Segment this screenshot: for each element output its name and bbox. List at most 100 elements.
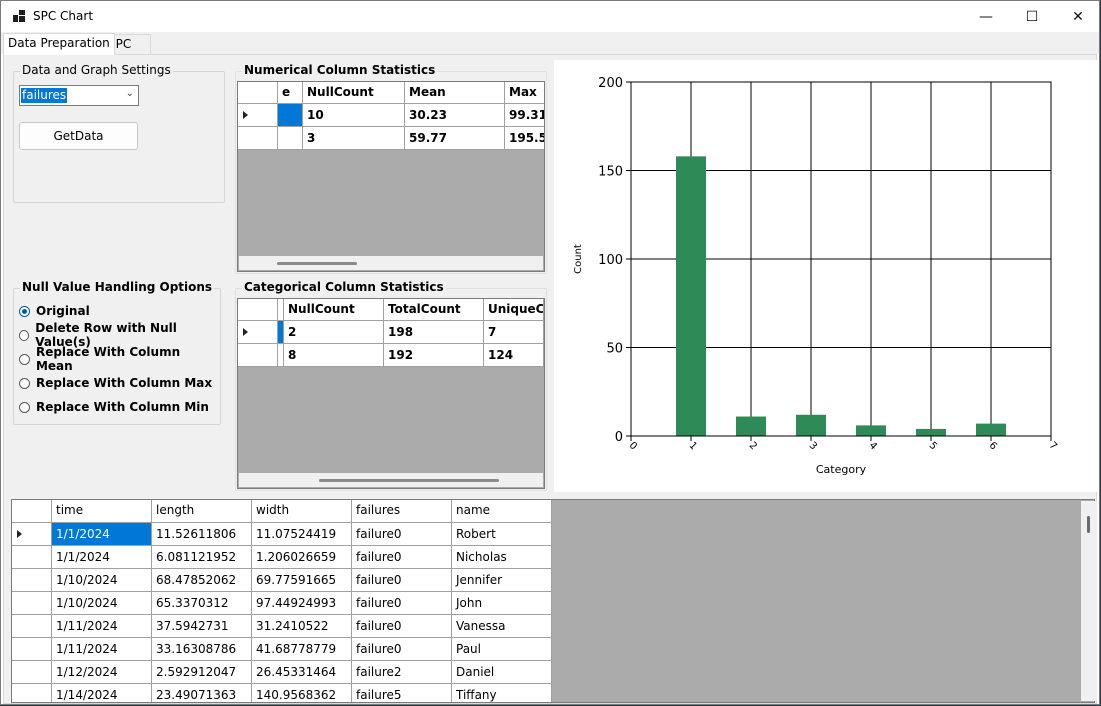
horizontal-scrollbar[interactable] bbox=[239, 473, 543, 487]
table-cell[interactable]: 6.081121952 bbox=[152, 546, 252, 569]
getdata-button[interactable]: GetData bbox=[19, 122, 138, 150]
table-cell[interactable]: Robert bbox=[452, 523, 552, 546]
table-cell[interactable]: Jennifer bbox=[452, 569, 552, 592]
grid-column-header[interactable]: e bbox=[278, 82, 303, 104]
horizontal-scrollbar[interactable] bbox=[239, 256, 543, 270]
table-cell[interactable]: 1/11/2024 bbox=[52, 638, 152, 661]
table-cell[interactable]: 97.44924993 bbox=[252, 592, 352, 615]
table-cell[interactable]: 1/1/2024 bbox=[52, 546, 152, 569]
grid-column-header[interactable]: Max bbox=[505, 82, 544, 104]
table-column-header[interactable]: time bbox=[52, 500, 152, 523]
column-combo[interactable]: failures ⌄ bbox=[19, 85, 139, 106]
table-row-header[interactable] bbox=[12, 546, 52, 569]
maximize-button[interactable]: ☐ bbox=[1009, 1, 1055, 32]
grid-cell[interactable]: 59.77 bbox=[405, 127, 505, 150]
radio-icon[interactable] bbox=[19, 305, 30, 317]
grid-cell[interactable]: 124 bbox=[484, 344, 544, 367]
table-cell[interactable]: 11.07524419 bbox=[252, 523, 352, 546]
grid-cell[interactable]: 99.31 bbox=[505, 104, 544, 127]
scrollbar-thumb[interactable] bbox=[277, 262, 357, 265]
table-cell[interactable]: Tiffany bbox=[452, 684, 552, 702]
table-cell[interactable]: 68.47852062 bbox=[152, 569, 252, 592]
table-cell[interactable]: 31.2410522 bbox=[252, 615, 352, 638]
table-cell[interactable]: 37.5942731 bbox=[152, 615, 252, 638]
radio-icon[interactable] bbox=[19, 401, 30, 413]
grid-row-header[interactable] bbox=[238, 344, 278, 367]
scrollbar-thumb[interactable] bbox=[319, 479, 499, 482]
grid-cell[interactable] bbox=[278, 104, 303, 127]
table-cell[interactable]: failure0 bbox=[352, 615, 452, 638]
grid-cell[interactable]: 10 bbox=[303, 104, 405, 127]
table-row-header[interactable] bbox=[12, 615, 52, 638]
grid-column-header[interactable]: Mean bbox=[405, 82, 505, 104]
numerical-stats-grid[interactable]: eNullCountMeanMax 1030.2399.31 359.77195.5… bbox=[237, 81, 545, 272]
null-option-0[interactable]: Original bbox=[19, 302, 90, 320]
table-cell[interactable]: 69.77591665 bbox=[252, 569, 352, 592]
grid-column-header[interactable]: NullCount bbox=[303, 82, 405, 104]
grid-row-header[interactable] bbox=[238, 104, 278, 127]
table-cell[interactable]: John bbox=[452, 592, 552, 615]
table-cell[interactable]: failure2 bbox=[352, 661, 452, 684]
table-row-header[interactable] bbox=[12, 523, 52, 546]
table-cell[interactable]: 65.3370312 bbox=[152, 592, 252, 615]
table-cell[interactable]: 1/11/2024 bbox=[52, 615, 152, 638]
table-cell[interactable]: 1.206026659 bbox=[252, 546, 352, 569]
grid-cell[interactable]: 7 bbox=[484, 321, 544, 344]
table-cell[interactable]: Vanessa bbox=[452, 615, 552, 638]
table-cell[interactable]: 33.16308786 bbox=[152, 638, 252, 661]
data-table[interactable]: time length width failures name 1/1/2024 11.52… bbox=[11, 499, 1095, 703]
table-cell[interactable]: 26.45331464 bbox=[252, 661, 352, 684]
table-cell[interactable]: failure0 bbox=[352, 638, 452, 661]
tab-data-preparation[interactable]: Data Preparation bbox=[3, 33, 115, 55]
grid-cell[interactable]: 8 bbox=[284, 344, 384, 367]
grid-row-header[interactable] bbox=[238, 321, 278, 344]
vertical-scrollbar[interactable] bbox=[1081, 501, 1097, 701]
table-cell[interactable]: Nicholas bbox=[452, 546, 552, 569]
table-cell[interactable]: 1/10/2024 bbox=[52, 592, 152, 615]
null-option-3[interactable]: Replace With Column Max bbox=[19, 374, 212, 392]
grid-cell[interactable]: 195.51 bbox=[505, 127, 544, 150]
table-cell[interactable]: failure0 bbox=[352, 592, 452, 615]
chevron-down-icon[interactable]: ⌄ bbox=[126, 88, 134, 99]
grid-cell[interactable] bbox=[278, 127, 303, 150]
table-cell[interactable]: Paul bbox=[452, 638, 552, 661]
table-cell[interactable]: 140.9568362 bbox=[252, 684, 352, 702]
table-row-header[interactable] bbox=[12, 592, 52, 615]
table-row-header[interactable] bbox=[12, 638, 52, 661]
table-cell[interactable]: failure0 bbox=[352, 569, 452, 592]
radio-icon[interactable] bbox=[19, 329, 30, 341]
grid-cell[interactable]: 192 bbox=[384, 344, 484, 367]
table-cell[interactable]: 1/14/2024 bbox=[52, 684, 152, 702]
table-cell[interactable]: 2.592912047 bbox=[152, 661, 252, 684]
table-column-header[interactable]: name bbox=[452, 500, 552, 523]
null-option-4[interactable]: Replace With Column Min bbox=[19, 398, 209, 416]
scrollbar-thumb[interactable] bbox=[1087, 516, 1090, 533]
table-cell[interactable]: failure5 bbox=[352, 684, 452, 702]
grid-column-header[interactable]: UniqueCo bbox=[484, 299, 544, 321]
grid-cell[interactable]: 30.23 bbox=[405, 104, 505, 127]
table-cell[interactable]: failure0 bbox=[352, 546, 452, 569]
table-cell[interactable]: 1/12/2024 bbox=[52, 661, 152, 684]
close-button[interactable]: ✕ bbox=[1055, 1, 1099, 32]
table-row-header[interactable] bbox=[12, 684, 52, 702]
table-cell[interactable]: failure0 bbox=[352, 523, 452, 546]
grid-row-header[interactable] bbox=[238, 127, 278, 150]
radio-icon[interactable] bbox=[19, 377, 30, 389]
grid-cell[interactable]: 198 bbox=[384, 321, 484, 344]
null-option-1[interactable]: Delete Row with Null Value(s) bbox=[19, 321, 220, 349]
table-row-header[interactable] bbox=[12, 661, 52, 684]
table-column-header[interactable]: width bbox=[252, 500, 352, 523]
radio-icon[interactable] bbox=[19, 353, 30, 365]
table-cell[interactable]: 41.68778779 bbox=[252, 638, 352, 661]
title-bar[interactable]: SPC Chart — ☐ ✕ bbox=[1, 1, 1099, 32]
table-cell[interactable]: Daniel bbox=[452, 661, 552, 684]
table-cell[interactable]: 11.52611806 bbox=[152, 523, 252, 546]
table-cell[interactable]: 1/10/2024 bbox=[52, 569, 152, 592]
table-cell[interactable]: 1/1/2024 bbox=[52, 523, 152, 546]
grid-column-header[interactable]: NullCount bbox=[284, 299, 384, 321]
null-option-2[interactable]: Replace With Column Mean bbox=[19, 345, 220, 373]
grid-cell[interactable]: 3 bbox=[303, 127, 405, 150]
categorical-stats-grid[interactable]: NullCountTotalCountUniqueCo 21987 8192124 bbox=[237, 298, 545, 489]
minimize-button[interactable]: — bbox=[963, 1, 1009, 32]
grid-column-header[interactable]: TotalCount bbox=[384, 299, 484, 321]
